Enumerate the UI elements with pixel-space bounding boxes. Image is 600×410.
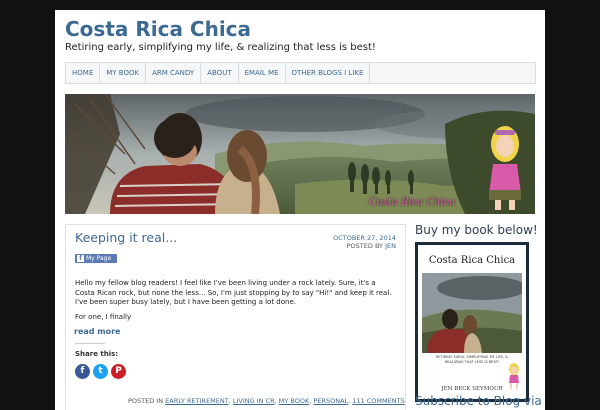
posted-by-label: POSTED BY <box>346 242 384 250</box>
nav-item-email-me[interactable]: EMAIL ME <box>239 63 286 83</box>
site-title[interactable]: Costa Rica Chica <box>65 18 251 40</box>
post-author-link[interactable]: JEN <box>385 242 396 250</box>
nav-item-about[interactable]: ABOUT <box>201 63 239 83</box>
share-label: Share this: <box>75 350 119 358</box>
share-twitter-button[interactable]: t <box>93 364 108 379</box>
post-author-line: POSTED BY JEN <box>347 242 396 250</box>
pinterest-icon: P <box>115 366 122 376</box>
book-cover-subtitle: RETIRING EARLY, SIMPLIFYING MY LIFE, & R… <box>435 355 509 364</box>
book-cover-link[interactable]: Costa Rica Chica RETIRING EARLY, SIMPLIF… <box>415 242 529 402</box>
read-more-link[interactable]: read more <box>74 327 120 336</box>
facebook-icon: f <box>77 255 84 262</box>
sidebar-subscribe-heading: Subscribe to Blog via <box>415 394 542 408</box>
book-cover-author: JEN BECK SEYMOUR <box>441 386 503 392</box>
nav-item-arm-candy[interactable]: ARM CANDY <box>146 63 202 83</box>
posted-in-label: POSTED IN <box>128 397 164 405</box>
post-paragraph-1: Hello my fellow blog readers! I feel lik… <box>75 279 392 306</box>
cartoon-girl-illustration <box>489 126 521 210</box>
comments-link[interactable]: 111 COMMENTS <box>352 397 404 405</box>
nav-item-other-blogs[interactable]: OTHER BLOGS I LIKE <box>286 63 371 83</box>
post-date: OCTOBER 27, 2014 <box>333 234 396 242</box>
category-link[interactable]: EARLY RETIREMENT <box>165 397 229 405</box>
main-nav: HOME MY BOOK ARM CANDY ABOUT EMAIL ME OT… <box>65 62 536 84</box>
header-banner-image[interactable]: Costa Rica Chica <box>65 94 535 214</box>
book-cover-title: Costa Rica Chica <box>428 255 516 266</box>
post-paragraph-2: For one, I finally <box>75 313 132 321</box>
banner-photo <box>65 94 535 214</box>
nav-item-home[interactable]: HOME <box>66 63 101 83</box>
site-description: Retiring early, simplifying my life, & r… <box>65 42 376 53</box>
facebook-icon: f <box>80 366 85 376</box>
share-divider <box>75 343 105 344</box>
facebook-page-badge[interactable]: f My Page <box>75 254 118 263</box>
facebook-badge-label: My Page <box>86 255 112 262</box>
blog-post: Keeping it real... OCTOBER 27, 2014 POST… <box>65 224 406 410</box>
share-pinterest-button[interactable]: P <box>111 364 126 379</box>
category-link[interactable]: LIVING IN CR <box>233 397 275 405</box>
category-link[interactable]: MY BOOK <box>279 397 310 405</box>
twitter-icon: t <box>98 366 103 376</box>
nav-item-my-book[interactable]: MY BOOK <box>100 63 147 83</box>
banner-caption: Costa Rica Chica <box>369 197 456 208</box>
share-facebook-button[interactable]: f <box>75 364 90 379</box>
book-cover: Costa Rica Chica RETIRING EARLY, SIMPLIF… <box>418 245 526 399</box>
book-cover-photo <box>422 273 522 353</box>
sidebar-book-heading: Buy my book below! <box>415 223 538 237</box>
category-link[interactable]: PERSONAL <box>313 397 348 405</box>
post-footer-meta: POSTED IN EARLY RETIREMENT, LIVING IN CR… <box>128 397 405 405</box>
page-container: Costa Rica Chica Retiring early, simplif… <box>55 10 545 410</box>
post-title[interactable]: Keeping it real... <box>75 230 177 245</box>
